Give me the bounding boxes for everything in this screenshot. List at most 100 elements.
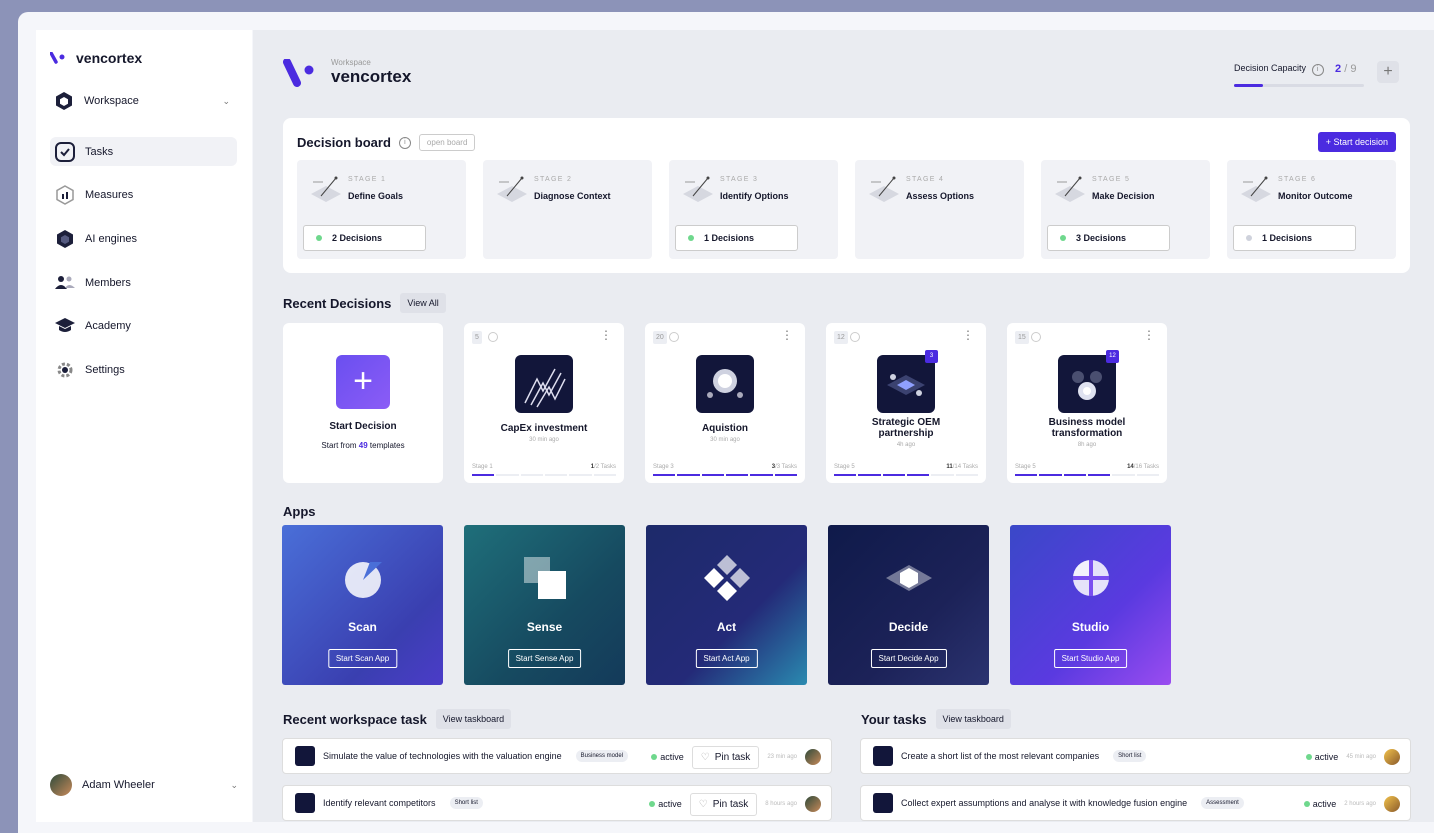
stage-card[interactable]: STAGE 1 Define Goals 2 Decisions bbox=[297, 160, 466, 259]
task-time: 23 min ago bbox=[767, 754, 797, 760]
sidebar-item-members[interactable]: Members bbox=[50, 268, 237, 297]
progress-segment bbox=[701, 474, 724, 476]
sidebar-item-settings[interactable]: Settings bbox=[50, 355, 237, 384]
info-icon[interactable] bbox=[1031, 332, 1041, 342]
info-icon[interactable]: i bbox=[1311, 64, 1324, 76]
progress-segment bbox=[774, 474, 797, 476]
stage-decisions-button[interactable]: 3 Decisions bbox=[1047, 225, 1170, 251]
task-time: 2 hours ago bbox=[1344, 801, 1376, 807]
sidebar-item-tasks[interactable]: Tasks bbox=[50, 137, 237, 166]
task-row[interactable]: Collect expert assumptions and analyse i… bbox=[860, 785, 1411, 821]
start-app-button[interactable]: Start Sense App bbox=[507, 649, 582, 668]
sidebar-item-measures[interactable]: Measures bbox=[50, 181, 237, 210]
decision-capacity-label: Decision Capacity bbox=[1234, 63, 1307, 73]
more-options-icon[interactable]: ⋮ bbox=[1143, 328, 1155, 342]
decision-card[interactable]: 12 ⋮ 3 Strategic OEM partnership 4h ago Stage… bbox=[826, 323, 986, 483]
decisions-number: 1 bbox=[1262, 233, 1268, 243]
more-options-icon[interactable]: ⋮ bbox=[962, 328, 974, 342]
start-app-button[interactable]: Start Decide App bbox=[870, 649, 947, 668]
your-tasks-header: Your tasks View taskboard bbox=[861, 709, 1011, 729]
stage-decisions-button[interactable]: 1 Decisions bbox=[675, 225, 798, 251]
stage-name: Assess Options bbox=[906, 191, 975, 201]
pin-task-button[interactable]: ♡ Pin task bbox=[691, 745, 760, 769]
avatar bbox=[1384, 796, 1400, 812]
decision-task-count: 11/14 Tasks bbox=[946, 464, 978, 470]
view-taskboard-button[interactable]: View taskboard bbox=[435, 709, 512, 729]
app-card-sense[interactable]: Sense Start Sense App bbox=[464, 525, 625, 685]
stage-card[interactable]: STAGE 6 Monitor Outcome 1 Decisions bbox=[1227, 160, 1396, 259]
sidebar-item-ai-engines[interactable]: AI engines bbox=[50, 224, 237, 253]
start-decision-card[interactable]: + Start Decision Start from 49 templates bbox=[283, 323, 443, 483]
status-dot bbox=[688, 235, 694, 241]
progress-segment bbox=[593, 474, 616, 476]
start-decision-button[interactable]: + Start decision bbox=[1317, 132, 1396, 152]
decision-stage: Stage 1 bbox=[472, 464, 493, 470]
app-card-decide[interactable]: Decide Start Decide App bbox=[828, 525, 989, 685]
capacity-count: 2 / 9 bbox=[1335, 63, 1357, 75]
task-row[interactable]: Create a short list of the most relevant… bbox=[860, 738, 1411, 774]
stage-number: STAGE 1 bbox=[348, 176, 387, 183]
app-name: Studio bbox=[1071, 620, 1110, 634]
decision-time: 30 min ago bbox=[529, 437, 559, 443]
page-title: vencortex bbox=[331, 67, 412, 86]
info-icon[interactable] bbox=[488, 332, 498, 342]
decision-task-count: 1/2 Tasks bbox=[591, 464, 616, 470]
view-all-button[interactable]: View All bbox=[400, 293, 446, 313]
progress-segment bbox=[677, 474, 700, 476]
decisions-count: 3 Decisions bbox=[1076, 233, 1126, 243]
app-card-act[interactable]: Act Start Act App bbox=[646, 525, 807, 685]
more-options-icon[interactable]: ⋮ bbox=[600, 328, 612, 342]
progress-segment bbox=[1087, 474, 1111, 476]
progress-segment bbox=[882, 474, 905, 476]
user-menu[interactable]: Adam Wheeler ⌄ bbox=[50, 774, 238, 796]
stage-card[interactable]: STAGE 3 Identify Options 1 Decisions bbox=[669, 160, 838, 259]
stage-card[interactable]: STAGE 5 Make Decision 3 Decisions bbox=[1041, 160, 1210, 259]
start-app-button[interactable]: Start Studio App bbox=[1053, 649, 1128, 668]
stage-decisions-button[interactable]: 2 Decisions bbox=[303, 225, 426, 251]
progress-bar bbox=[1015, 474, 1159, 476]
task-row[interactable]: Simulate the value of technologies with … bbox=[282, 738, 832, 774]
info-icon[interactable] bbox=[850, 332, 860, 342]
pin-task-button[interactable]: ♡ Pin task bbox=[689, 792, 758, 816]
decide-icon bbox=[886, 555, 932, 601]
status-text: active bbox=[660, 752, 684, 762]
decision-card[interactable]: 20 ⋮ Aquistion 30 min ago Stage 3 3/3 Tasks bbox=[645, 323, 805, 483]
check-icon bbox=[55, 141, 75, 162]
app-card-studio[interactable]: Studio Start Studio App bbox=[1010, 525, 1171, 685]
stage-card[interactable]: STAGE 2 Diagnose Context bbox=[483, 160, 652, 259]
stage-card[interactable]: STAGE 4 Assess Options bbox=[855, 160, 1024, 259]
recent-decisions-header: Recent Decisions View All bbox=[283, 293, 446, 313]
add-capacity-button[interactable]: + bbox=[1377, 61, 1399, 83]
tasks-total: /14 Tasks bbox=[952, 464, 978, 470]
task-label: Business model bbox=[575, 750, 629, 762]
decisions-count: 1 Decisions bbox=[1262, 233, 1312, 243]
progress-segment bbox=[653, 474, 676, 476]
stage-name: Make Decision bbox=[1092, 191, 1155, 201]
more-options-icon[interactable]: ⋮ bbox=[781, 328, 793, 342]
task-row[interactable]: Identify relevant competitors Short list a… bbox=[282, 785, 832, 821]
decisions-label: Decisions bbox=[1083, 233, 1127, 243]
status-dot bbox=[1060, 235, 1066, 241]
info-icon[interactable] bbox=[669, 332, 679, 342]
stage-decisions-button[interactable]: 1 Decisions bbox=[1233, 225, 1356, 251]
progress-segment bbox=[931, 474, 954, 476]
graduation-cap-icon bbox=[55, 316, 75, 336]
workspace-selector[interactable]: Workspace ⌄ bbox=[54, 90, 230, 112]
app-card-scan[interactable]: Scan Start Scan App bbox=[282, 525, 443, 685]
decision-task-count: 3/3 Tasks bbox=[772, 464, 797, 470]
info-icon[interactable]: i bbox=[398, 136, 411, 149]
decisions-label: Decisions bbox=[1269, 233, 1313, 243]
brand-logo[interactable]: vencortex bbox=[50, 50, 142, 66]
open-board-button[interactable]: open board bbox=[418, 134, 476, 151]
start-app-button[interactable]: Start Scan App bbox=[327, 649, 398, 668]
start-app-button[interactable]: Start Act App bbox=[695, 649, 758, 668]
view-taskboard-button[interactable]: View taskboard bbox=[935, 709, 1011, 729]
sidebar-item-academy[interactable]: Academy bbox=[50, 312, 237, 341]
progress-segment bbox=[725, 474, 749, 476]
progress-segment bbox=[496, 474, 519, 476]
decision-time: 8h ago bbox=[1077, 442, 1097, 448]
avatar bbox=[805, 749, 821, 765]
decision-card[interactable]: 15 ⋮ 12 Business model transformation 8h ago… bbox=[1007, 323, 1167, 483]
stage-name: Monitor Outcome bbox=[1278, 191, 1353, 201]
decision-card[interactable]: 5 ⋮ CapEx investment 30 min ago Stage 1 1/2 T… bbox=[464, 323, 624, 483]
